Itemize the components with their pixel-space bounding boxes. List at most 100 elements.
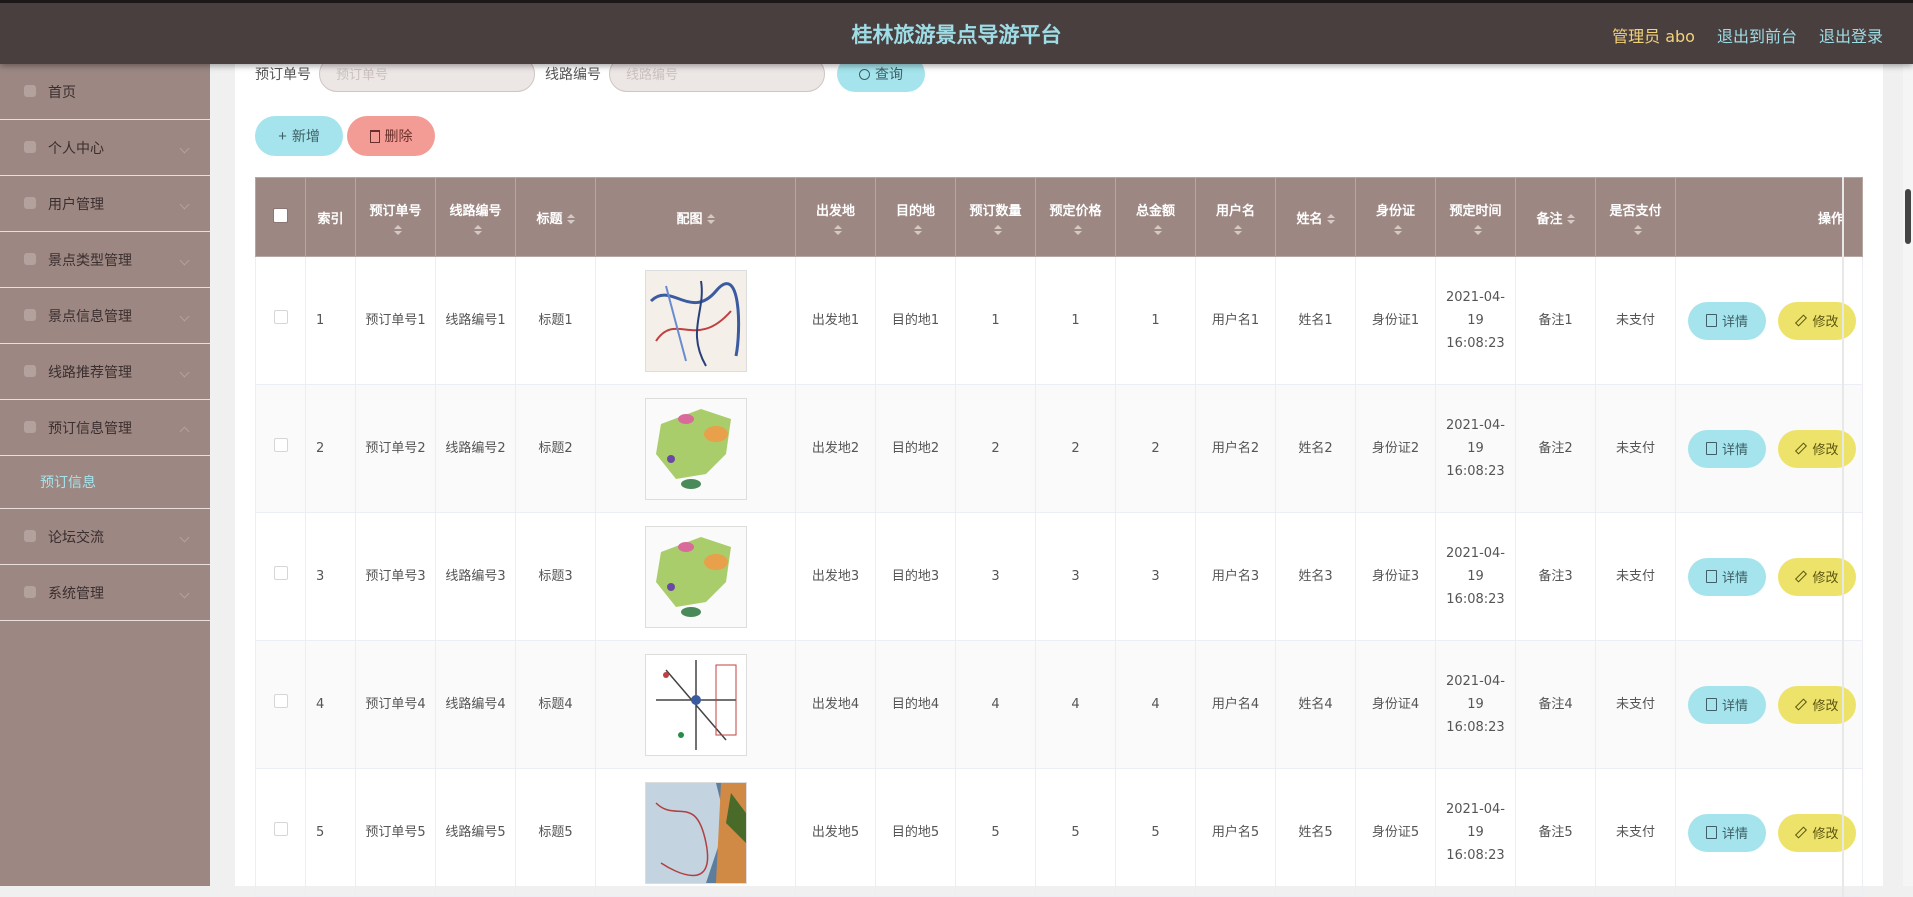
- sort-icon[interactable]: [1633, 224, 1642, 235]
- col-name-label: 姓名: [1296, 211, 1323, 227]
- table-row[interactable]: 5 预订单号5 线路编号5 标题5 出发地5 目的地5 5 5 5 用户名5 姓名5 身份证5 2021…: [255, 768, 1863, 897]
- sidebar-item-home[interactable]: 首页: [0, 64, 210, 120]
- detail-button[interactable]: 详情: [1688, 301, 1766, 340]
- paid-cell: 未支付: [1595, 768, 1676, 897]
- sort-icon[interactable]: [1233, 224, 1242, 235]
- row-checkbox[interactable]: [273, 822, 288, 836]
- table-row[interactable]: 3 预订单号3 线路编号3 标题3 出发地3 目的地3 3 3 3 用户名3 姓名3 身份证3 2021…: [255, 512, 1863, 641]
- col-remark[interactable]: 备注: [1515, 177, 1596, 257]
- table-body: 1 预订单号1 线路编号1 标题1 出发地1 目的地1 1 1 1 用户名1 姓名1 身份证1 2021…: [255, 256, 1863, 897]
- col-time[interactable]: 预定时间: [1435, 177, 1516, 257]
- col-route-no[interactable]: 线路编号: [435, 177, 516, 257]
- sidebar-item-spot-info[interactable]: 景点信息管理: [0, 288, 210, 344]
- sort-icon[interactable]: [1326, 214, 1335, 224]
- sort-icon[interactable]: [473, 224, 482, 235]
- image-cell: [595, 384, 796, 513]
- map-thumbnail-3[interactable]: [644, 525, 747, 628]
- edit-button[interactable]: 修改: [1778, 685, 1856, 724]
- edit-button[interactable]: 修改: [1778, 557, 1856, 596]
- admin-label: 管理员 abo: [1612, 27, 1695, 46]
- map-thumbnail-1[interactable]: [644, 269, 747, 372]
- image-cell: [595, 768, 796, 897]
- table-row[interactable]: 4 预订单号4 线路编号4 标题4 出发地4 目的地4 4 4 4 用户名4 姓名4 身份证4 2021…: [255, 640, 1863, 769]
- scrollbar-thumb[interactable]: [1905, 189, 1911, 244]
- order-no-label: 预订单号: [255, 67, 311, 83]
- select-all-checkbox[interactable]: [273, 207, 288, 223]
- index-cell: 4: [305, 640, 356, 769]
- row-select-cell: [255, 512, 306, 641]
- row-checkbox[interactable]: [273, 694, 288, 708]
- sidebar-item-label: 系统管理: [48, 585, 104, 602]
- add-button[interactable]: + 新增: [255, 116, 343, 156]
- delete-button[interactable]: 删除: [347, 116, 435, 156]
- table-row[interactable]: 2 预订单号2 线路编号2 标题2 出发地2 目的地2 2 2 2 用户名2 姓名2 身份证2 2021…: [255, 384, 1863, 513]
- col-title[interactable]: 标题: [515, 177, 596, 257]
- sidebar-item-bookings[interactable]: 预订信息管理: [0, 400, 210, 456]
- actions-cell: 详情 修改: [1675, 256, 1863, 385]
- sidebar-item-system[interactable]: 系统管理: [0, 565, 210, 621]
- col-to[interactable]: 目的地: [875, 177, 956, 257]
- sort-icon[interactable]: [993, 224, 1002, 235]
- col-price[interactable]: 预定价格: [1035, 177, 1116, 257]
- sort-icon[interactable]: [1153, 224, 1162, 235]
- sort-icon[interactable]: [1566, 214, 1575, 224]
- detail-button[interactable]: 详情: [1688, 429, 1766, 468]
- col-total-label: 总金额: [1135, 203, 1175, 219]
- table-row[interactable]: 1 预订单号1 线路编号1 标题1 出发地1 目的地1 1 1 1 用户名1 姓名1 身份证1 2021…: [255, 256, 1863, 385]
- sort-icon[interactable]: [566, 214, 575, 224]
- edit-button[interactable]: 修改: [1778, 301, 1856, 340]
- to-cell: 目的地2: [875, 384, 956, 513]
- header-links: 管理员 abo 退出到前台 退出登录: [1612, 3, 1883, 67]
- sort-icon[interactable]: [833, 224, 842, 235]
- page-scrollbar[interactable]: [1903, 64, 1913, 886]
- remark-cell: 备注2: [1515, 384, 1596, 513]
- col-image[interactable]: 配图: [595, 177, 796, 257]
- total-cell: 2: [1115, 384, 1196, 513]
- sort-icon[interactable]: [913, 224, 922, 235]
- detail-button[interactable]: 详情: [1688, 557, 1766, 596]
- col-id-card[interactable]: 身份证: [1355, 177, 1436, 257]
- col-qty-label: 预订数量: [969, 203, 1022, 219]
- sidebar-item-forum[interactable]: 论坛交流: [0, 509, 210, 565]
- sidebar-item-users[interactable]: 用户管理: [0, 176, 210, 232]
- edit-button[interactable]: 修改: [1778, 429, 1856, 468]
- col-total[interactable]: 总金额: [1115, 177, 1196, 257]
- map-thumbnail-4[interactable]: [644, 653, 747, 756]
- map-thumbnail-5[interactable]: [644, 781, 747, 884]
- index-cell: 2: [305, 384, 356, 513]
- col-name[interactable]: 姓名: [1275, 177, 1356, 257]
- front-link[interactable]: 退出到前台: [1717, 23, 1797, 47]
- col-paid[interactable]: 是否支付: [1595, 177, 1676, 257]
- sidebar-item-personal[interactable]: 个人中心: [0, 120, 210, 176]
- row-checkbox[interactable]: [273, 310, 288, 324]
- logout-link[interactable]: 退出登录: [1819, 23, 1883, 47]
- row-checkbox[interactable]: [273, 566, 288, 580]
- route-no-cell: 线路编号2: [435, 384, 516, 513]
- sort-icon[interactable]: [393, 224, 402, 235]
- chevron-down-icon: [179, 199, 190, 210]
- settings-icon: [24, 586, 36, 598]
- detail-button[interactable]: 详情: [1688, 813, 1766, 852]
- id-card-cell: 身份证1: [1355, 256, 1436, 385]
- title-cell: 标题1: [515, 256, 596, 385]
- col-qty[interactable]: 预订数量: [955, 177, 1036, 257]
- document-icon: [1705, 698, 1717, 711]
- edit-button[interactable]: 修改: [1778, 813, 1856, 852]
- sort-icon[interactable]: [1473, 224, 1482, 235]
- sort-icon[interactable]: [1073, 224, 1082, 235]
- time-cell: 2021-04-19 16:08:23: [1435, 256, 1516, 385]
- col-from[interactable]: 出发地: [795, 177, 876, 257]
- col-order-no[interactable]: 预订单号: [355, 177, 436, 257]
- detail-button[interactable]: 详情: [1688, 685, 1766, 724]
- sidebar-subitem-booking-info[interactable]: 预订信息: [0, 456, 210, 509]
- row-checkbox[interactable]: [273, 438, 288, 452]
- col-username[interactable]: 用户名: [1195, 177, 1276, 257]
- sidebar-item-spot-types[interactable]: 景点类型管理: [0, 232, 210, 288]
- sidebar-item-routes[interactable]: 线路推荐管理: [0, 344, 210, 400]
- paid-cell: 未支付: [1595, 512, 1676, 641]
- sort-icon[interactable]: [706, 214, 715, 224]
- sort-icon[interactable]: [1393, 224, 1402, 235]
- map-thumbnail-2[interactable]: [644, 397, 747, 500]
- price-cell: 3: [1035, 512, 1116, 641]
- col-id-card-label: 身份证: [1375, 203, 1415, 219]
